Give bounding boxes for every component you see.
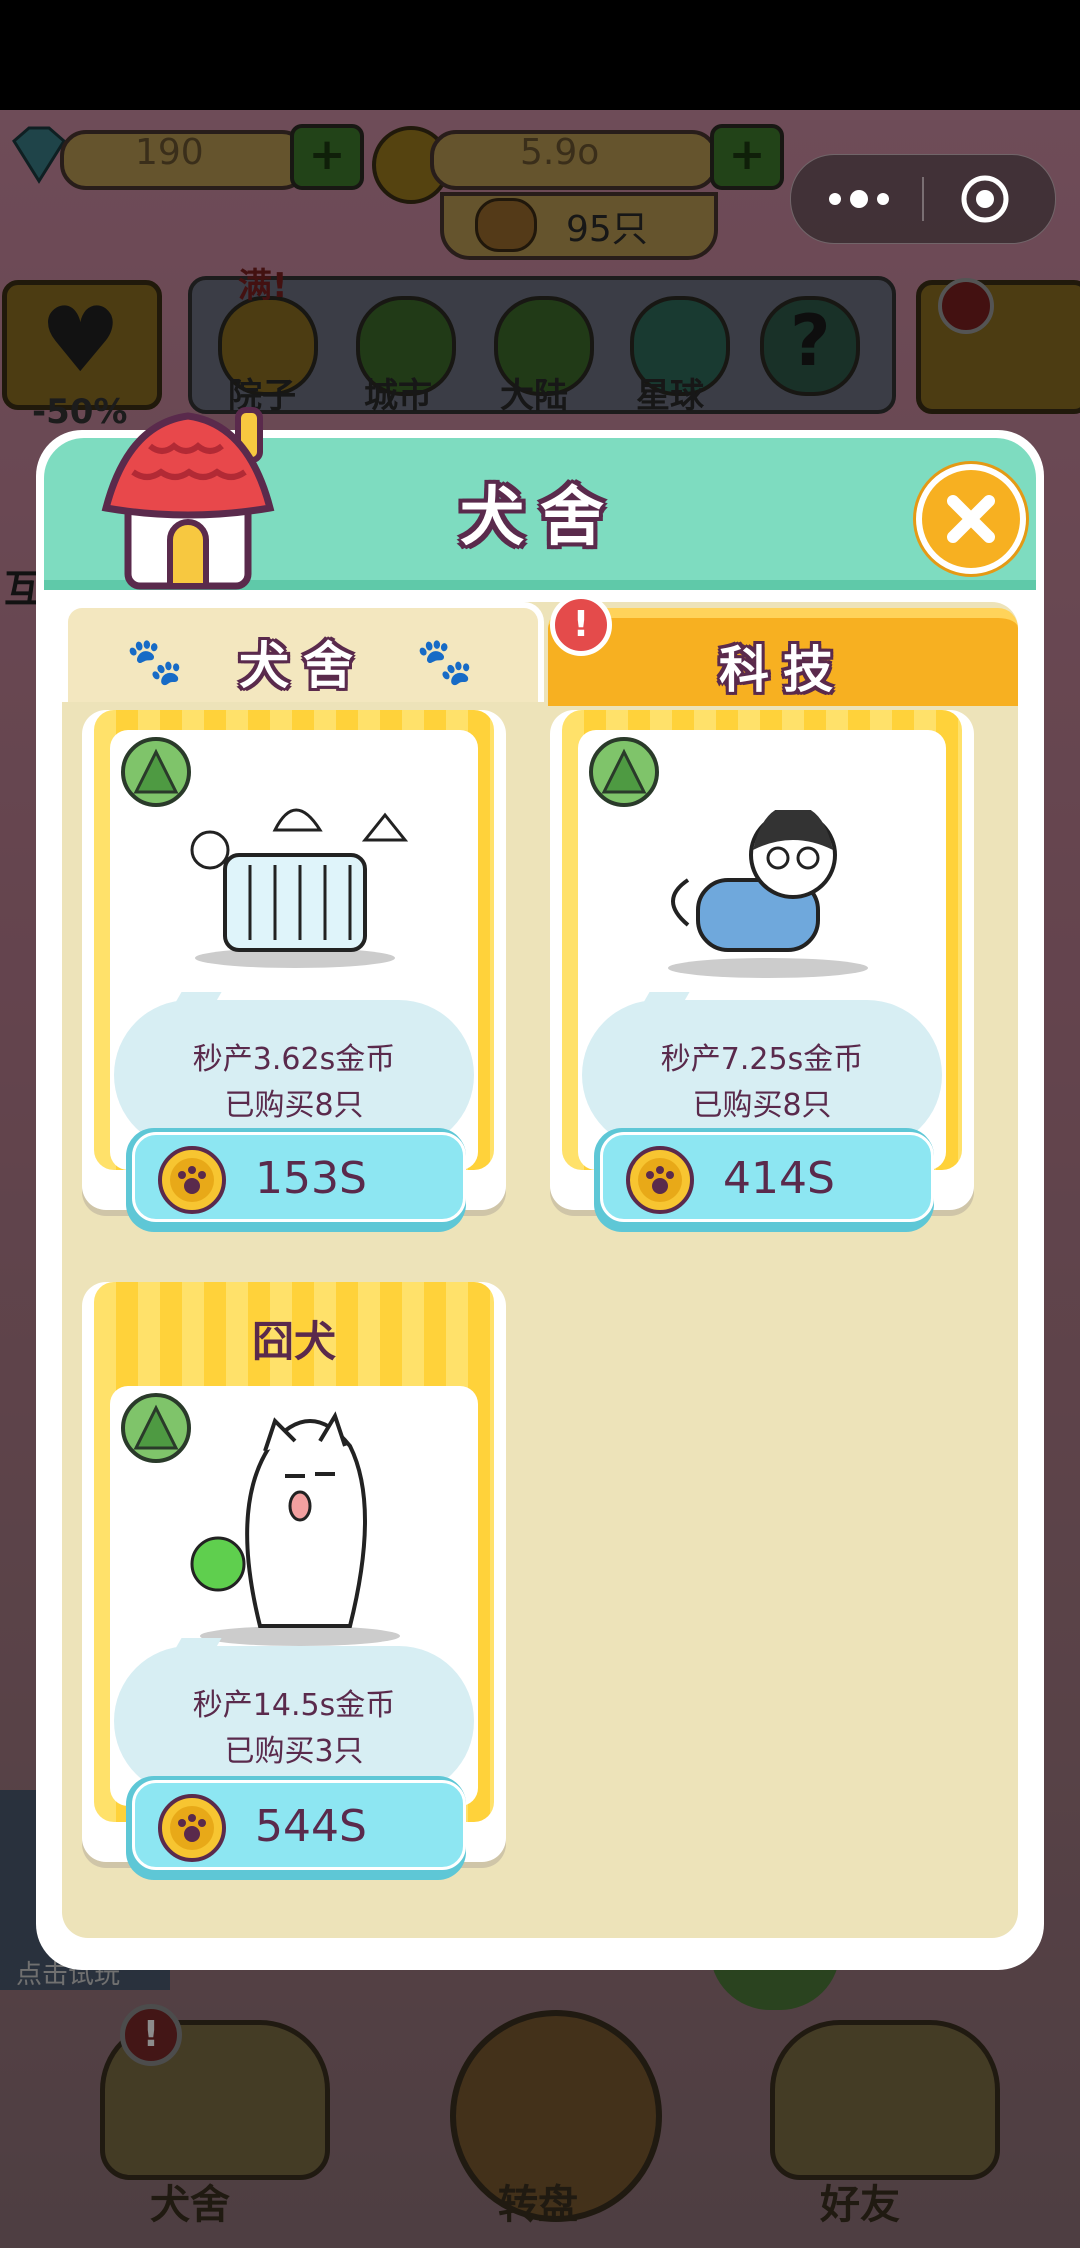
card-content: 秒产7.25s金币 已购买8只 — [578, 730, 946, 1170]
tab-tech[interactable]: 科技 — [548, 608, 1018, 706]
buy-button[interactable]: 153S — [126, 1128, 466, 1232]
purchased-count: 已购买8只 — [692, 1088, 832, 1123]
buy-button[interactable]: 414S — [594, 1128, 934, 1232]
mountain-badge-icon — [121, 1393, 191, 1463]
pajama-dog-illustration — [668, 810, 868, 978]
capsule-divider — [922, 177, 924, 221]
bathtub-dog-illustration — [190, 808, 409, 968]
close-button[interactable] — [916, 464, 1026, 574]
buy-button-face: 153S — [132, 1132, 466, 1222]
record-circle-icon[interactable] — [959, 173, 1011, 225]
buy-button[interactable]: 544S — [126, 1776, 466, 1880]
mountain-badge-icon — [589, 737, 659, 807]
dog-card-pajama: 秒产7.25s金币 已购买8只 414S — [550, 710, 974, 1232]
modal-body: 🐾 犬舍 🐾 科技 ! 秒产3.62s金币 已购买8只 153S 秒产7.25s… — [62, 594, 1018, 1938]
production-rate: 秒产14.5s金币 — [192, 1688, 396, 1723]
more-dots-icon[interactable] — [821, 181, 901, 217]
paw-coin-icon — [158, 1146, 226, 1214]
paw-coin-icon — [158, 1794, 226, 1862]
price-label: 153S — [255, 1153, 367, 1204]
paw-icon: 🐾 — [416, 634, 474, 688]
card-header: 囧犬 — [251, 1317, 336, 1366]
card-content: 秒产3.62s金币 已购买8只 — [110, 730, 478, 1170]
purchased-count: 已购买3只 — [224, 1734, 364, 1769]
price-label: 544S — [255, 1801, 367, 1852]
derp-dog-illustration — [190, 1411, 400, 1646]
miniprogram-capsule — [790, 154, 1056, 244]
purchased-count: 已购买8只 — [224, 1088, 364, 1123]
close-icon — [947, 495, 995, 543]
tab-tech-label: 科技 — [719, 641, 847, 699]
buy-button-face: 414S — [600, 1132, 934, 1222]
doghouse-icon — [88, 390, 288, 600]
production-rate: 秒产7.25s金币 — [660, 1042, 864, 1077]
dog-card-bathtub: 秒产3.62s金币 已购买8只 153S — [82, 710, 506, 1232]
production-rate: 秒产3.62s金币 — [192, 1042, 396, 1077]
dog-card-derp: 囧犬 秒产14.5s金币 已购买3只 544S — [82, 1282, 506, 1880]
kennel-modal: 犬舍 🐾 犬舍 🐾 科技 ! 秒产3.62s金币 已购买8只 153S 秒产7.… — [36, 407, 1044, 1970]
tab-tech-alert-badge: ! — [550, 594, 612, 656]
tab-kennel[interactable]: 🐾 犬舍 🐾 — [62, 602, 544, 702]
paw-coin-icon — [626, 1146, 694, 1214]
price-label: 414S — [723, 1153, 835, 1204]
card-content: 秒产14.5s金币 已购买3只 — [110, 1386, 478, 1806]
buy-button-face: 544S — [132, 1780, 466, 1870]
